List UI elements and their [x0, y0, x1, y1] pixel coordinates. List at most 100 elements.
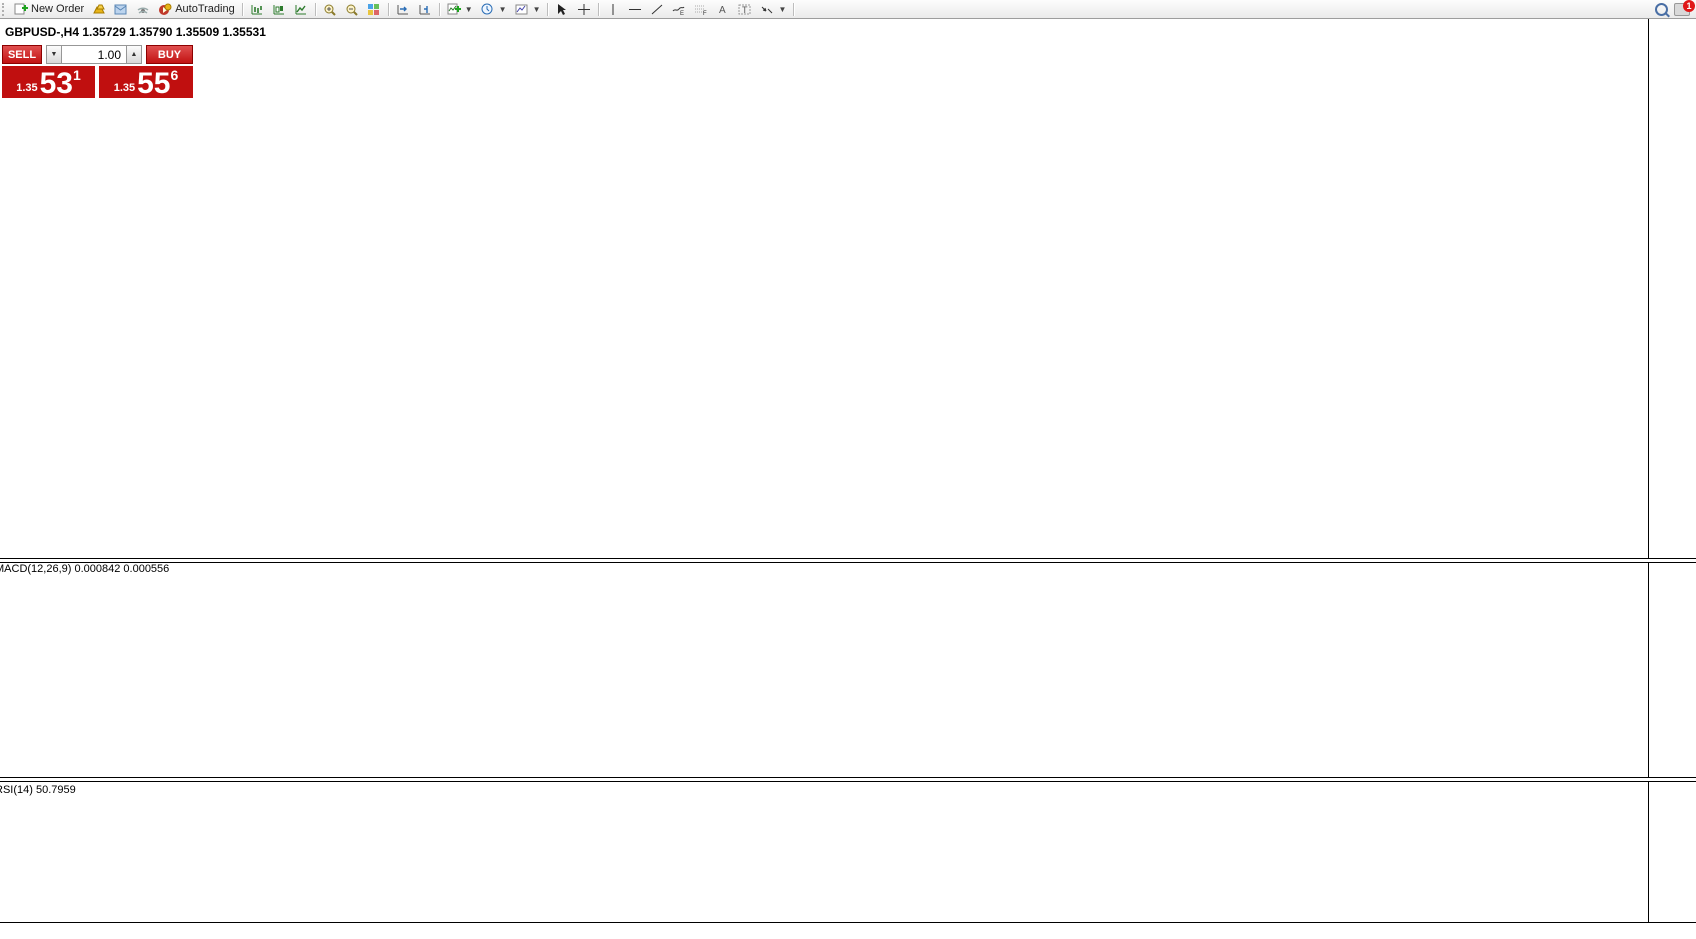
chart-shift-button[interactable] — [414, 1, 436, 18]
toolbar-right: 1 — [1655, 3, 1694, 16]
separator — [315, 3, 316, 16]
trendline-tool[interactable] — [646, 1, 668, 18]
equidistant-channel-tool[interactable]: E — [668, 1, 690, 18]
shapes-tool[interactable]: ▼ — [756, 1, 790, 18]
macd-pane[interactable] — [0, 561, 1648, 777]
cursor-icon — [555, 3, 569, 16]
svg-text:F: F — [703, 11, 707, 16]
zoom-out-icon — [345, 3, 359, 16]
toolbar-grip — [2, 3, 8, 16]
fibonacci-icon: F — [694, 3, 708, 16]
community-button[interactable] — [110, 1, 132, 18]
fibonacci-tool[interactable]: F — [690, 1, 712, 18]
sell-price-sup: 1 — [73, 67, 81, 83]
new-order-button[interactable]: New Order — [10, 1, 88, 18]
gold-ingot-icon — [92, 3, 106, 16]
separator — [547, 3, 548, 16]
volume-decrement-button[interactable]: ▼ — [46, 45, 62, 64]
volume-increment-button[interactable]: ▲ — [126, 45, 142, 64]
auto-scroll-button[interactable] — [392, 1, 414, 18]
cursor-tool-button[interactable] — [551, 1, 573, 18]
notification-badge: 1 — [1683, 0, 1695, 12]
pane-separator[interactable] — [0, 558, 1696, 563]
caret-down-icon: ▼ — [778, 5, 786, 14]
community-icon — [114, 3, 128, 16]
channel-icon: E — [672, 3, 686, 16]
autotrading-label: AutoTrading — [175, 3, 235, 15]
autotrading-button[interactable]: AutoTrading — [154, 1, 239, 18]
vertical-line-icon — [606, 3, 620, 16]
svg-text:E: E — [680, 11, 684, 16]
signals-icon — [136, 3, 150, 16]
toolbar: New Order AutoTrading — [0, 0, 1696, 19]
buy-price[interactable]: 1.35 55 6 — [99, 66, 193, 98]
rsi-pane[interactable] — [0, 781, 1648, 922]
bar-chart-icon — [250, 3, 264, 16]
candlestick-button[interactable] — [268, 1, 290, 18]
price-axis[interactable] — [1648, 19, 1696, 922]
periods-clock-icon — [481, 3, 495, 16]
sell-price-big: 53 — [40, 71, 73, 97]
notifications-icon[interactable]: 1 — [1674, 3, 1690, 16]
separator — [388, 3, 389, 16]
svg-text:T: T — [742, 5, 748, 15]
ohlc-values: 1.35729 1.35790 1.35509 1.35531 — [82, 25, 266, 39]
sell-button[interactable]: SELL — [2, 45, 42, 64]
buy-price-sup: 6 — [171, 67, 179, 83]
new-order-icon — [14, 3, 28, 16]
trendline-icon — [650, 3, 664, 16]
candlestick-icon — [272, 3, 286, 16]
crosshair-icon — [577, 3, 591, 16]
separator — [242, 3, 243, 16]
line-chart-icon — [294, 3, 308, 16]
tile-windows-icon — [367, 3, 381, 16]
periods-button[interactable]: ▼ — [477, 1, 511, 18]
one-click-trading-panel: SELL ▼ ▲ BUY 1.35 53 1 1.35 55 6 — [2, 45, 193, 98]
indicators-icon — [447, 3, 461, 16]
date-axis[interactable] — [0, 922, 1696, 939]
vertical-line-tool[interactable] — [602, 1, 624, 18]
volume-input[interactable] — [62, 45, 126, 64]
gold-ingot-button[interactable] — [88, 1, 110, 18]
signals-button[interactable] — [132, 1, 154, 18]
separator — [598, 3, 599, 16]
bar-chart-button[interactable] — [246, 1, 268, 18]
crosshair-tool-button[interactable] — [573, 1, 595, 18]
sell-price[interactable]: 1.35 53 1 — [2, 66, 95, 98]
text-label-tool[interactable]: T — [734, 1, 756, 18]
rsi-indicator-label: RSI(14) 50.7959 — [0, 784, 76, 796]
zoom-in-button[interactable] — [319, 1, 341, 18]
buy-button[interactable]: BUY — [146, 45, 193, 64]
autotrading-icon — [158, 3, 172, 16]
horizontal-line-icon — [628, 3, 642, 16]
caret-down-icon: ▼ — [465, 5, 473, 14]
templates-icon — [515, 3, 529, 16]
text-tool[interactable]: A — [712, 1, 734, 18]
pane-separator[interactable] — [0, 777, 1696, 782]
main-chart-pane[interactable] — [0, 20, 1648, 558]
text-label-icon: T — [738, 3, 752, 16]
separator — [439, 3, 440, 16]
zoom-in-icon — [323, 3, 337, 16]
buy-price-big: 55 — [137, 71, 170, 97]
tile-windows-button[interactable] — [363, 1, 385, 18]
text-a-icon: A — [716, 3, 730, 16]
caret-down-icon: ▼ — [499, 5, 507, 14]
mt4-window: New Order AutoTrading — [0, 0, 1696, 939]
symbol-period: GBPUSD-,H4 — [5, 25, 79, 39]
macd-indicator-label: MACD(12,26,9) 0.000842 0.000556 — [0, 563, 169, 575]
separator — [793, 3, 794, 16]
buy-price-small: 1.35 — [114, 82, 135, 94]
horizontal-line-tool[interactable] — [624, 1, 646, 18]
sell-price-small: 1.35 — [16, 82, 37, 94]
svg-text:A: A — [719, 5, 726, 16]
shapes-arrows-icon — [760, 3, 774, 16]
search-icon[interactable] — [1655, 3, 1668, 16]
auto-scroll-icon — [396, 3, 410, 16]
line-chart-button[interactable] — [290, 1, 312, 18]
templates-button[interactable]: ▼ — [511, 1, 545, 18]
indicators-button[interactable]: ▼ — [443, 1, 477, 18]
chart-shift-icon — [418, 3, 432, 16]
symbol-ohlc-header: GBPUSD-,H4 1.35729 1.35790 1.35509 1.355… — [5, 25, 266, 39]
zoom-out-button[interactable] — [341, 1, 363, 18]
